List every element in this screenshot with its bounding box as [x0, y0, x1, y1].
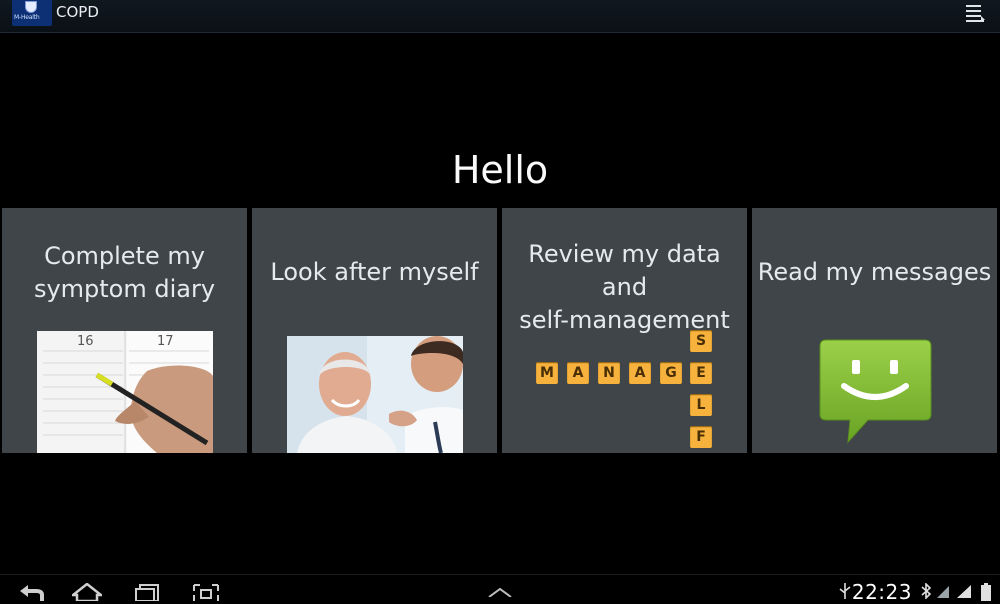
tile-symptom-diary[interactable]: Complete my symptom diary 16 17	[2, 208, 247, 453]
greeting-heading: Hello	[451, 148, 549, 192]
chevron-up-icon[interactable]	[486, 587, 514, 597]
home-icon[interactable]	[72, 583, 102, 601]
tile-label-line: Review my data and	[528, 240, 721, 301]
manage-self-letter-tiles: M A N A G E S L F	[532, 328, 722, 453]
logo-text: M-Health	[14, 14, 40, 21]
letter-tile: A	[567, 362, 589, 384]
navigation-bar: 22:23	[0, 574, 1000, 604]
tile-review-data[interactable]: Review my data and self-management M A N…	[502, 208, 747, 453]
tile-label: Review my data and self-management	[502, 238, 747, 337]
bluetooth-icon	[921, 583, 932, 599]
letter-tile: F	[690, 426, 712, 448]
menu-tiles: Complete my symptom diary 16 17 Look aft…	[2, 208, 998, 453]
letter-tile: A	[629, 362, 651, 384]
letter-tile: E	[690, 362, 712, 384]
tile-label: Read my messages	[757, 258, 992, 286]
diary-writing-photo: 16 17	[37, 331, 213, 453]
letter-tile: N	[598, 362, 620, 384]
signal-icon	[957, 585, 971, 598]
tile-label: Complete my symptom diary	[2, 240, 247, 306]
usb-icon	[839, 583, 851, 599]
tile-label-line: Complete my	[44, 242, 205, 270]
svg-text:16: 16	[77, 334, 94, 349]
screenshot-icon[interactable]	[192, 583, 220, 601]
action-bar: M-Health COPD	[0, 0, 1000, 33]
app-title: COPD	[56, 3, 99, 21]
app-logo[interactable]: M-Health	[12, 0, 52, 26]
recent-apps-icon[interactable]	[132, 583, 162, 601]
smiley-message-icon	[818, 338, 933, 446]
letter-tile: M	[536, 362, 558, 384]
clock: 22:23	[851, 580, 912, 604]
doctor-patient-photo	[287, 336, 463, 453]
battery-icon	[981, 583, 991, 601]
svg-text:17: 17	[157, 334, 174, 349]
tile-label: Look after myself	[270, 258, 479, 286]
tile-look-after-myself[interactable]: Look after myself	[252, 208, 497, 453]
back-icon[interactable]	[16, 583, 46, 601]
letter-tile: L	[690, 394, 712, 416]
shield-icon	[25, 1, 37, 13]
tile-label-line: symptom diary	[33, 275, 216, 303]
letter-tile: S	[690, 330, 712, 352]
overflow-menu-icon[interactable]	[964, 2, 986, 24]
letter-tile: G	[660, 362, 682, 384]
tile-read-messages[interactable]: Read my messages	[752, 208, 997, 453]
wifi-icon	[937, 586, 949, 598]
